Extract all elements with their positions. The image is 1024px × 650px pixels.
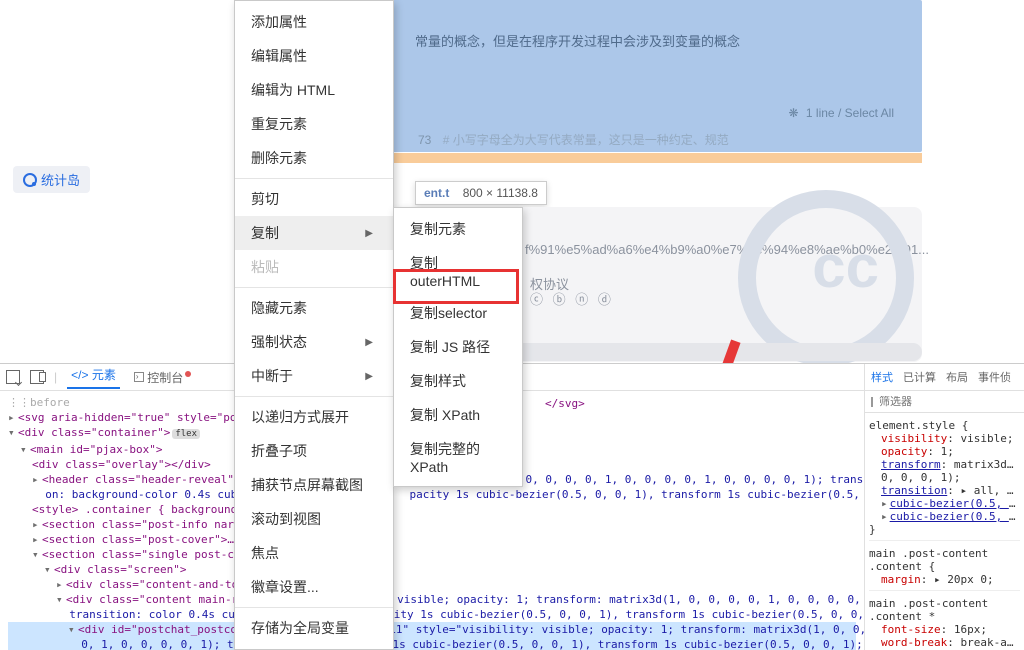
content-text: 常量的概念，但是在程序开发过程中会涉及到变量的概念 — [415, 31, 740, 50]
tongji-label: 统计岛 — [41, 170, 80, 189]
menu-copy[interactable]: 复制▶ — [235, 216, 393, 250]
element-dimension-tooltip: ent.t 800 × 11138.8 — [415, 181, 547, 205]
menu-separator — [235, 178, 393, 179]
line-number: 73 — [418, 133, 431, 147]
tab-elements[interactable]: </> 元素 — [67, 366, 120, 389]
tab-styles[interactable]: 样式 — [871, 369, 893, 385]
submenu-copy-element[interactable]: 复制元素 — [394, 212, 522, 246]
context-menu: 添加属性 编辑属性 编辑为 HTML 重复元素 删除元素 剪切 复制▶ 粘贴 隐… — [234, 0, 394, 650]
inspect-icon[interactable] — [6, 370, 20, 384]
submenu-arrow-icon: ▶ — [365, 337, 373, 348]
menu-collapse-children[interactable]: 折叠子项 — [235, 434, 393, 468]
menu-edit-as-html[interactable]: 编辑为 HTML — [235, 73, 393, 107]
css-selector[interactable]: element.style { — [869, 419, 1020, 432]
devtools-styles-pane: 样式 已计算 布局 事件侦 :hov .cls element.style { … — [864, 364, 1024, 650]
dom-node[interactable]: ▾<div class="screen"> — [8, 562, 856, 577]
dom-node[interactable]: ▸<section class="post-info narrow" — [8, 517, 856, 532]
styles-filter-bar: :hov .cls — [865, 391, 1024, 413]
line-count: 1 line — [806, 106, 835, 120]
comment-text: 小写字母全为大写代表常量，这只是一种约定、规范 — [453, 133, 729, 147]
menu-cut[interactable]: 剪切 — [235, 182, 393, 216]
filter-icon[interactable] — [871, 397, 873, 407]
tab-events[interactable]: 事件侦 — [978, 369, 1011, 385]
css-selector[interactable]: main .post-content .content { — [869, 547, 1020, 573]
menu-scroll-into-view[interactable]: 滚动到视图 — [235, 502, 393, 536]
stats-icon — [23, 173, 37, 187]
styles-tabs: 样式 已计算 布局 事件侦 — [865, 364, 1024, 391]
menu-force-state[interactable]: 强制状态▶ — [235, 325, 393, 359]
cc-watermark — [754, 180, 914, 340]
menu-store-as-global[interactable]: 存储为全局变量 — [235, 611, 393, 645]
cc-license-icons: ⓒ ⓑ ⓝ ⓓ — [530, 289, 614, 308]
filter-input[interactable] — [879, 396, 1021, 408]
star-icon: ❋ — [789, 106, 799, 120]
menu-expand-recursively[interactable]: 以递归方式展开 — [235, 400, 393, 434]
code-line: 73 # 小写字母全为大写代表常量，这只是一种约定、规范 — [418, 131, 729, 148]
menu-delete-element[interactable]: 删除元素 — [235, 141, 393, 175]
tab-layout[interactable]: 布局 — [946, 369, 968, 385]
menu-capture-node-screenshot[interactable]: 捕获节点屏幕截图 — [235, 468, 393, 502]
element-size: 800 × 11138.8 — [463, 186, 538, 200]
menu-separator — [235, 287, 393, 288]
tab-console[interactable]: › 控制台 — [130, 369, 195, 386]
tab-computed[interactable]: 已计算 — [903, 369, 936, 385]
dom-node[interactable]: <style> .container { background-c — [8, 502, 856, 517]
dom-node[interactable]: ▸<section class="post-cover">…</s — [8, 532, 856, 547]
menu-paste: 粘贴 — [235, 250, 393, 284]
submenu-copy-outerhtml[interactable]: 复制 outerHTML — [394, 246, 522, 296]
code-toolbar: ❋ 1 line / Select All — [789, 106, 894, 120]
submenu-arrow-icon: ▶ — [365, 228, 373, 239]
device-toggle-icon[interactable] — [30, 370, 44, 384]
submenu-copy-selector[interactable]: 复制selector — [394, 296, 522, 330]
menu-separator — [235, 607, 393, 608]
dom-node[interactable]: ▾<div class="content main-re ty: visible… — [8, 592, 856, 607]
css-selector[interactable]: main .post-content .content * — [869, 597, 1020, 623]
menu-focus[interactable]: 焦点 — [235, 536, 393, 570]
dom-node-selected[interactable]: ▾<div id="postchat_postcont 11" style="v… — [8, 622, 856, 637]
menu-hide-element[interactable]: 隐藏元素 — [235, 291, 393, 325]
css-rules[interactable]: element.style { visibility: visible; opa… — [865, 413, 1024, 650]
submenu-arrow-icon: ▶ — [365, 371, 373, 382]
submenu-copy-styles[interactable]: 复制样式 — [394, 364, 522, 398]
hash: # — [443, 133, 450, 147]
dom-node[interactable]: ▸<div class="content-and-toc">… — [8, 577, 856, 592]
element-tag: ent.t — [424, 186, 449, 200]
submenu-copy-xpath[interactable]: 复制 XPath — [394, 398, 522, 432]
error-badge — [185, 371, 191, 377]
submenu-copy-full-xpath[interactable]: 复制完整的 XPath — [394, 432, 522, 482]
submenu-copy-js-path[interactable]: 复制 JS 路径 — [394, 330, 522, 364]
copy-submenu: 复制元素 复制 outerHTML 复制selector 复制 JS 路径 复制… — [393, 207, 523, 487]
separator: / — [838, 106, 841, 120]
menu-break-on[interactable]: 中断于▶ — [235, 359, 393, 393]
dom-node[interactable]: ▾<section class="single post-cont — [8, 547, 856, 562]
menu-edit-attribute[interactable]: 编辑属性 — [235, 39, 393, 73]
menu-duplicate-element[interactable]: 重复元素 — [235, 107, 393, 141]
select-all-button[interactable]: Select All — [845, 106, 894, 120]
menu-add-attribute[interactable]: 添加属性 — [235, 5, 393, 39]
menu-separator — [235, 396, 393, 397]
menu-badge-settings[interactable]: 徽章设置... — [235, 570, 393, 604]
tongji-badge[interactable]: 统计岛 — [13, 166, 90, 193]
